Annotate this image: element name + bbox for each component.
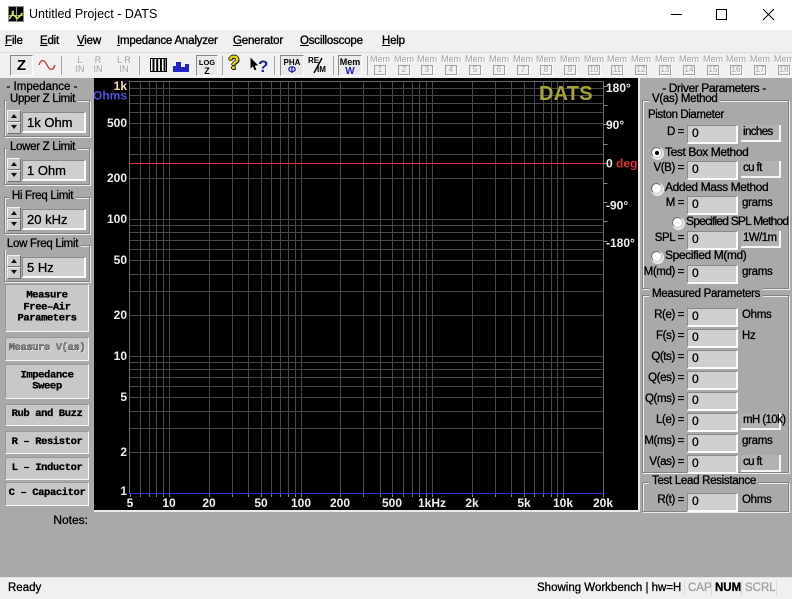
svg-text:10k: 10k (553, 496, 573, 510)
svg-text:180°: 180° (606, 81, 631, 95)
svg-text:200: 200 (330, 496, 350, 510)
svg-text:1kHz: 1kHz (418, 496, 446, 510)
svg-text:2k: 2k (465, 496, 479, 510)
svg-text:2: 2 (120, 445, 127, 459)
svg-text:0 deg: 0 deg (606, 157, 637, 171)
svg-text:-90°: -90° (606, 199, 628, 213)
svg-text:-180°: -180° (606, 236, 635, 250)
svg-text:5: 5 (127, 496, 134, 510)
svg-text:500: 500 (382, 496, 402, 510)
svg-text:100: 100 (291, 496, 311, 510)
svg-text:DATS: DATS (539, 83, 593, 105)
svg-text:200: 200 (107, 171, 127, 185)
svg-text:10: 10 (162, 496, 176, 510)
svg-text:Ohms: Ohms (94, 89, 127, 103)
svg-text:20k: 20k (593, 496, 613, 510)
svg-text:20: 20 (114, 308, 128, 322)
svg-text:90°: 90° (606, 118, 624, 132)
svg-text:50: 50 (114, 253, 128, 267)
svg-text:100: 100 (107, 212, 127, 226)
svg-text:20: 20 (202, 496, 216, 510)
svg-text:5: 5 (120, 390, 127, 404)
svg-text:500: 500 (107, 116, 127, 130)
svg-text:50: 50 (254, 496, 268, 510)
svg-text:?: ? (258, 57, 268, 73)
svg-text:5k: 5k (517, 496, 531, 510)
svg-text:10: 10 (114, 349, 128, 363)
